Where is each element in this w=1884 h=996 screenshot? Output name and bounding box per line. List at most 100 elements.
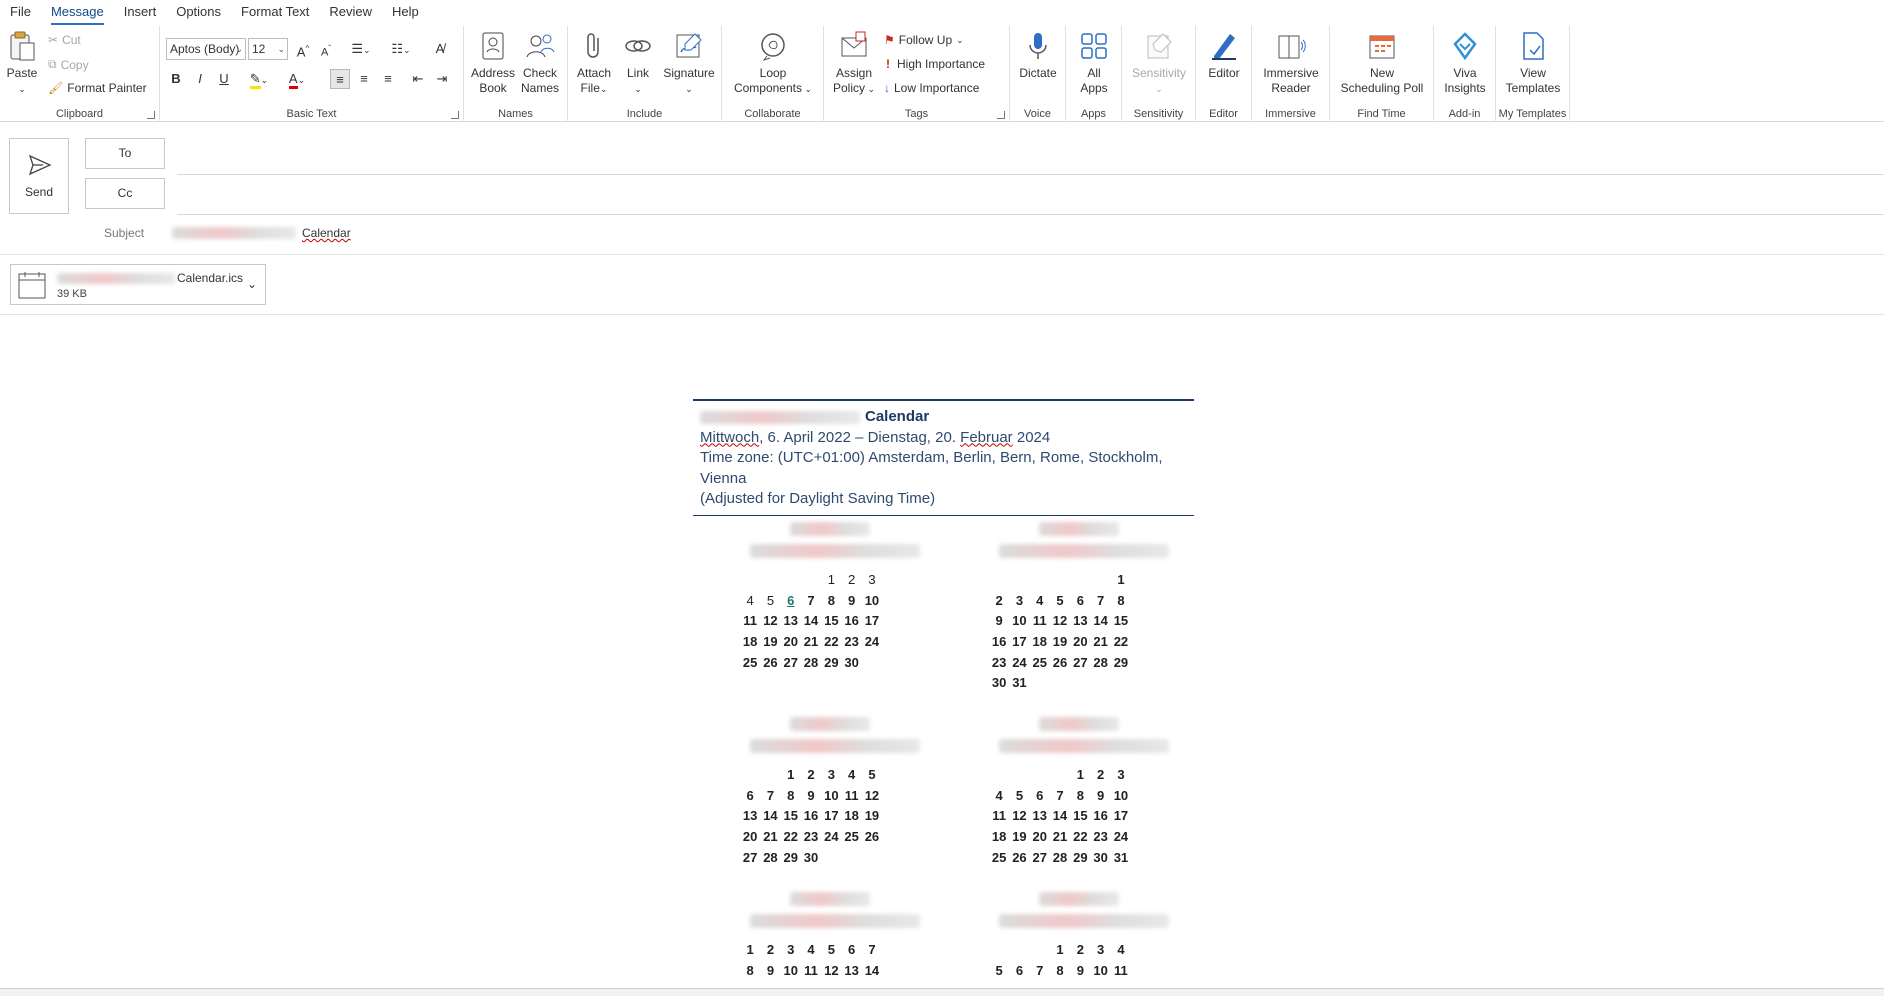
day-cell: 7 <box>807 592 815 608</box>
copy-button[interactable]: ⧉ Copy <box>48 57 89 72</box>
chevron-down-icon[interactable]: ⌄ <box>247 277 257 291</box>
day-cell: 30 <box>991 675 1007 691</box>
calendar-poll-icon <box>1369 35 1395 59</box>
editor-button[interactable]: Editor <box>1202 30 1246 97</box>
font-name-select[interactable]: Aptos (Body) ⌄ <box>166 38 246 60</box>
subject-field[interactable]: Calendar <box>172 226 351 240</box>
assign-label-1: Assign <box>835 66 873 80</box>
attachment-chip[interactable]: Calendar.ics 39 KB ⌄ <box>10 264 266 305</box>
viva-insights-icon <box>1453 32 1477 61</box>
day-cell: 30 <box>803 849 819 865</box>
day-cell: 21 <box>1093 634 1108 650</box>
attach-label-2: File <box>580 81 600 95</box>
highlight-button[interactable]: ✎⌄ <box>244 69 274 89</box>
tags-launcher[interactable] <box>997 111 1005 119</box>
address-book-button[interactable]: Address Book <box>470 30 516 96</box>
exclamation-icon: ! <box>886 57 890 71</box>
sensitivity-button[interactable]: Sensitivity ⌄ <box>1126 30 1192 97</box>
day-cell: 12 <box>824 962 839 978</box>
align-center-button[interactable]: ≡ <box>354 69 374 89</box>
tab-message[interactable]: Message <box>41 1 114 25</box>
low-importance-button[interactable]: ↓ Low Importance <box>884 81 979 95</box>
bullets-button[interactable]: ☰⌄ <box>346 39 376 59</box>
day-cell: 3 <box>827 767 835 782</box>
day-blank <box>989 767 1009 788</box>
underline-button[interactable]: U <box>214 69 234 89</box>
format-painter-button[interactable]: 🖌 Format Painter <box>48 81 147 95</box>
day-cell: 6 <box>1015 962 1024 978</box>
copy-icon: ⧉ <box>48 57 57 71</box>
align-left-button[interactable]: ≡ <box>330 69 350 89</box>
day-cell: 30 <box>844 654 859 670</box>
highlighter-icon: ✎ <box>249 71 261 89</box>
day-cell: 18 <box>844 808 859 824</box>
immersive-reader-button[interactable]: Immersive Reader <box>1256 30 1326 96</box>
check-names-button[interactable]: Check Names <box>516 30 564 96</box>
bold-button[interactable]: B <box>166 69 186 89</box>
day-cell: 24 <box>1012 654 1027 670</box>
day-cell: 8 <box>746 962 754 978</box>
day-blank <box>1030 942 1050 963</box>
tab-file[interactable]: File <box>0 1 41 23</box>
numbering-button[interactable]: ☷⌄ <box>386 39 416 59</box>
loop-components-button[interactable]: Loop Components ⌄ <box>728 30 818 97</box>
day-cell: 18 <box>991 829 1007 845</box>
day-cell: 7 <box>868 942 876 957</box>
tab-review[interactable]: Review <box>319 1 382 23</box>
day-cell: 13 <box>783 613 798 629</box>
assign-policy-button[interactable]: Assign Policy ⌄ <box>832 30 876 97</box>
shrink-font-button[interactable]: Aˇ <box>316 39 336 59</box>
align-right-button[interactable]: ≡ <box>378 69 398 89</box>
grow-font-button[interactable]: A^ <box>293 39 313 59</box>
date-range-middle: , 6. April 2022 – Dienstag, 20. <box>759 428 961 446</box>
to-button[interactable]: To <box>85 138 165 169</box>
scheduling-poll-button[interactable]: New Scheduling Poll <box>1334 30 1430 96</box>
high-importance-label: High Importance <box>897 57 986 71</box>
font-size-select[interactable]: 12 ⌄ <box>248 38 288 60</box>
day-cell: 23 <box>803 829 819 845</box>
tab-format-text[interactable]: Format Text <box>231 1 319 23</box>
all-apps-button[interactable]: All Apps <box>1072 30 1116 96</box>
day-cell: 12 <box>1012 808 1027 824</box>
group-apps: All Apps Apps <box>1066 26 1122 122</box>
view-templates-button[interactable]: View Templates <box>1500 30 1566 96</box>
viva-insights-button[interactable]: Viva Insights <box>1440 30 1490 96</box>
attach-file-button[interactable]: Attach File⌄ <box>572 30 616 97</box>
send-button[interactable]: Send <box>9 138 69 214</box>
immersive-group-label: Immersive <box>1265 108 1316 120</box>
link-button[interactable]: Link ⌄ <box>618 30 658 97</box>
cc-field[interactable] <box>180 180 1874 210</box>
day-cell: 5 <box>766 592 775 608</box>
voice-group-label: Voice <box>1024 108 1051 120</box>
cc-button[interactable]: Cc <box>85 178 165 209</box>
addin-group-label: Add-in <box>1448 108 1481 120</box>
increase-indent-button[interactable]: ⇥ <box>432 69 452 89</box>
dictate-button[interactable]: Dictate <box>1016 30 1060 97</box>
tab-options[interactable]: Options <box>166 1 231 23</box>
signature-button[interactable]: Signature ⌄ <box>660 30 718 97</box>
day-cell: 1 <box>1117 572 1125 587</box>
to-field[interactable] <box>180 140 1874 170</box>
day-cell: 15 <box>824 613 839 629</box>
date-range-year: 2024 <box>1012 428 1051 446</box>
day-blank <box>801 572 821 593</box>
decrease-indent-button[interactable]: ⇤ <box>408 69 428 89</box>
follow-up-button[interactable]: ⚑ Follow Up ⌄ <box>884 33 964 47</box>
cut-button[interactable]: ✂ Cut <box>48 33 81 47</box>
clear-formatting-button[interactable]: A̸ <box>430 39 450 59</box>
high-importance-button[interactable]: ! High Importance <box>886 57 985 71</box>
tab-insert[interactable]: Insert <box>114 1 167 23</box>
tab-help[interactable]: Help <box>382 1 429 23</box>
clipboard-launcher[interactable] <box>147 111 155 119</box>
horizontal-scrollbar[interactable] <box>0 988 1884 996</box>
day-cell: 25 <box>1032 654 1047 670</box>
basic-text-launcher[interactable] <box>451 111 459 119</box>
font-color-button[interactable]: A⌄ <box>282 69 312 89</box>
clear-format-icon: A̸ <box>435 41 445 56</box>
italic-button[interactable]: I <box>190 69 210 89</box>
day-cell: 2 <box>1097 767 1105 782</box>
redacted-text <box>700 410 860 424</box>
paste-button[interactable]: Paste ⌄ <box>4 30 40 97</box>
month-days: 1 2 3 4 5 6 7 8 9 10 11 12 13 14 15 16 17 18 19 20 21 22 23 24 2… <box>989 572 1131 696</box>
day-cell: 29 <box>1073 849 1088 865</box>
